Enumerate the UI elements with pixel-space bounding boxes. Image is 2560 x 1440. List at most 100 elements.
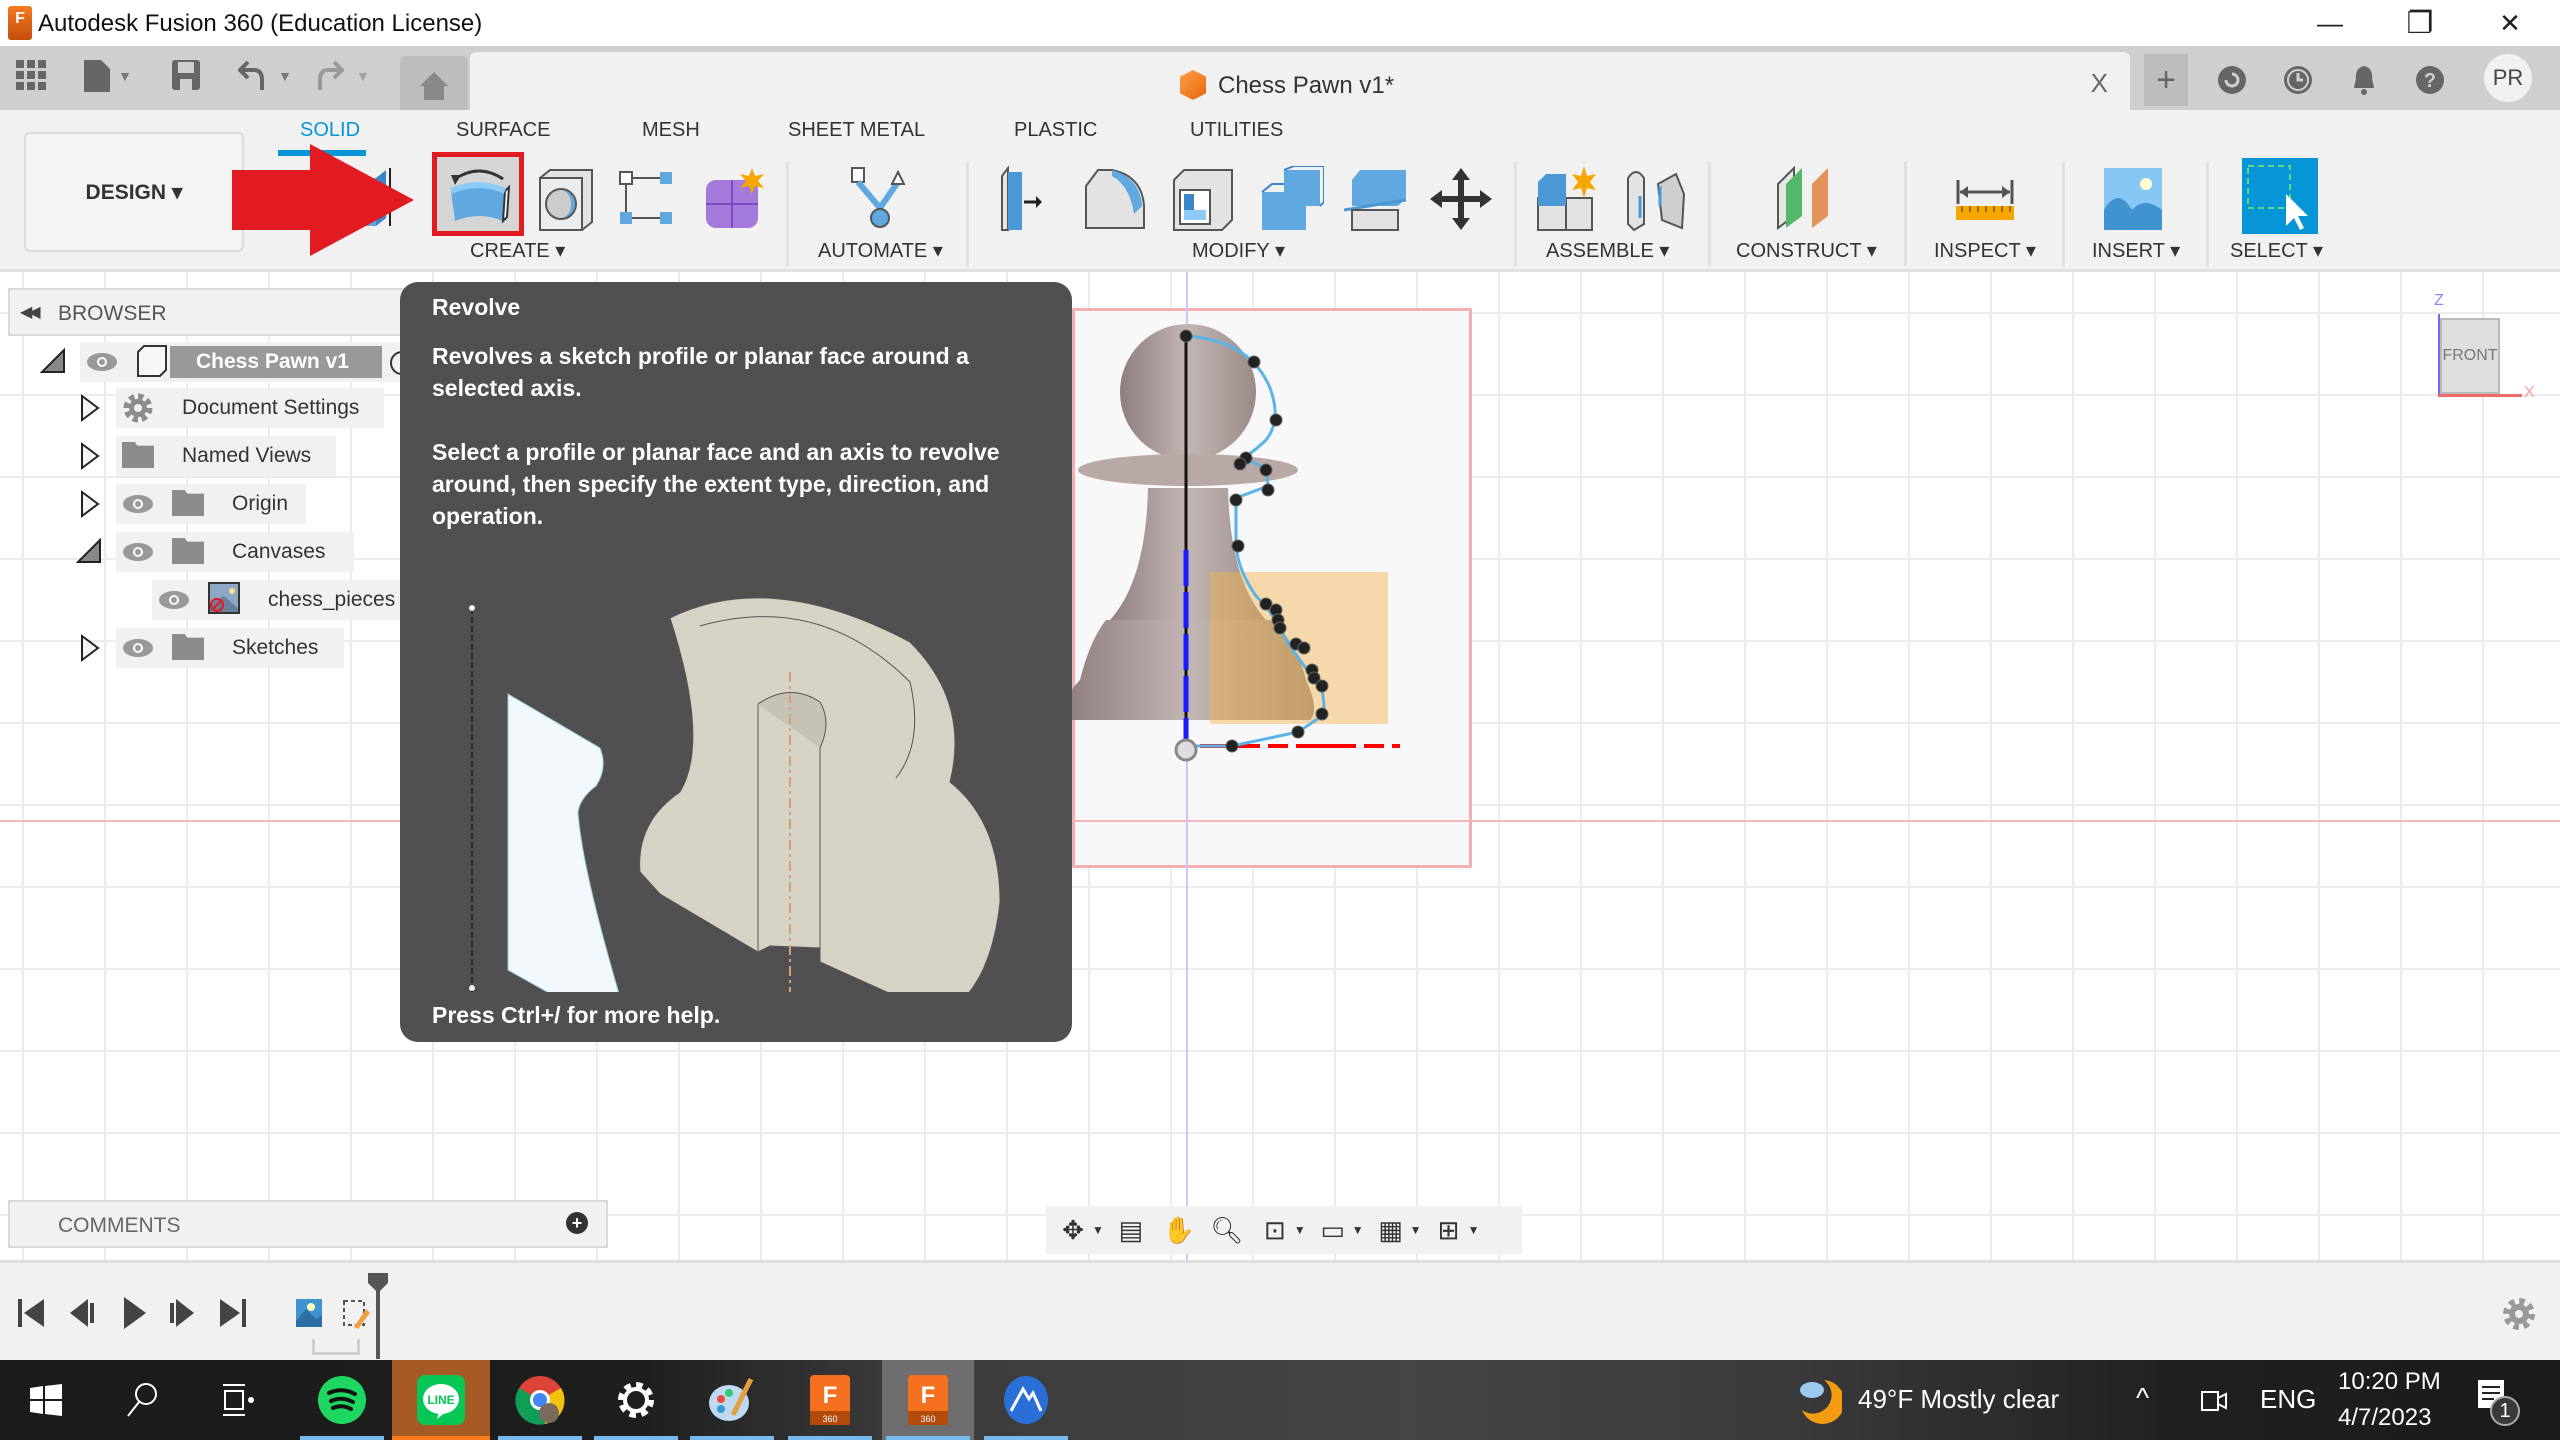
undo-caret[interactable]: ▼	[278, 68, 292, 84]
task-view-button[interactable]	[192, 1360, 284, 1440]
data-panel-grid-icon[interactable]	[16, 60, 46, 98]
weather-text[interactable]: 49°F Mostly clear	[1858, 1384, 2059, 1415]
view-cube-front-face[interactable]: FRONT	[2440, 318, 2500, 394]
tab-plastic[interactable]: PLASTIC	[1014, 119, 1097, 142]
grid-caret[interactable]: ▼	[1410, 1223, 1422, 1237]
view-cube[interactable]: Z FRONT X	[2420, 292, 2540, 401]
notification-bell-icon[interactable]	[2342, 58, 2386, 102]
assemble-group-label[interactable]: ASSEMBLE ▾	[1546, 238, 1669, 263]
taskbar-line[interactable]: LINE	[392, 1360, 490, 1440]
tab-utilities[interactable]: UTILITIES	[1190, 119, 1283, 142]
revolve-tool-button[interactable]	[432, 152, 524, 236]
file-menu-caret[interactable]: ▼	[118, 68, 132, 84]
tab-sheet-metal[interactable]: SHEET METAL	[788, 119, 925, 142]
insert-image-icon[interactable]	[2100, 166, 2166, 232]
go-to-end-icon[interactable]	[218, 1297, 246, 1329]
new-component-icon[interactable]	[1536, 166, 1602, 232]
orbit-icon[interactable]: ✥	[1052, 1211, 1094, 1249]
clock-time[interactable]: 10:20 PM	[2338, 1368, 2441, 1396]
expand-triangle-icon[interactable]	[80, 490, 100, 518]
taskbar-fusion-360-active[interactable]: F 360	[882, 1360, 974, 1440]
inspect-group-label[interactable]: INSPECT ▾	[1934, 238, 2036, 263]
taskbar-spotify[interactable]	[296, 1360, 388, 1440]
viewports-icon[interactable]: ⊞	[1428, 1211, 1470, 1249]
insert-group-label[interactable]: INSERT ▾	[2092, 238, 2180, 263]
help-icon[interactable]: ?	[2408, 58, 2452, 102]
expand-triangle-icon[interactable]	[80, 634, 100, 662]
hole-icon[interactable]	[532, 166, 598, 232]
viewports-caret[interactable]: ▼	[1468, 1223, 1480, 1237]
combine-icon[interactable]	[1258, 166, 1324, 232]
meet-now-camera-icon[interactable]	[2198, 1384, 2228, 1418]
go-to-start-icon[interactable]	[18, 1297, 46, 1329]
clock-date[interactable]: 4/7/2023	[2338, 1404, 2431, 1432]
search-button[interactable]	[96, 1360, 188, 1440]
collapse-browser-icon[interactable]: ◀◀	[20, 302, 41, 322]
chess-pawn-sketch[interactable]	[1060, 280, 1500, 880]
timeline-sketch-feature-icon[interactable]	[340, 1297, 370, 1329]
press-pull-icon[interactable]	[996, 166, 1062, 232]
move-copy-icon[interactable]	[1428, 166, 1494, 232]
measure-icon[interactable]	[1952, 166, 2018, 232]
split-body-icon[interactable]	[1344, 166, 1410, 232]
tab-surface[interactable]: SURFACE	[456, 119, 550, 142]
display-settings-icon[interactable]: ▭	[1312, 1211, 1354, 1249]
timeline-marker-handle[interactable]	[368, 1273, 388, 1293]
taskbar-settings[interactable]	[590, 1360, 682, 1440]
expand-triangle-icon[interactable]	[80, 442, 100, 470]
collapse-triangle-icon[interactable]	[76, 538, 102, 564]
file-menu-icon[interactable]	[84, 60, 110, 100]
modify-group-label[interactable]: MODIFY ▾	[1192, 238, 1285, 263]
save-icon[interactable]	[172, 60, 200, 98]
visibility-eye-icon[interactable]	[122, 494, 154, 514]
undo-icon[interactable]	[237, 60, 266, 98]
expand-triangle-icon[interactable]	[80, 394, 100, 422]
create-group-label[interactable]: CREATE ▾	[470, 238, 565, 263]
select-icon[interactable]	[2242, 158, 2318, 234]
show-hidden-icons-chevron[interactable]: ^	[2136, 1382, 2149, 1414]
step-forward-icon[interactable]	[168, 1297, 196, 1329]
origin-point[interactable]	[1174, 738, 1198, 762]
look-at-icon[interactable]: ▤	[1110, 1211, 1152, 1249]
document-tab[interactable]: Chess Pawn v1* X	[470, 52, 2130, 110]
tab-mesh[interactable]: MESH	[642, 119, 700, 142]
visibility-eye-icon[interactable]	[122, 638, 154, 658]
restore-button[interactable]: ❐	[2380, 0, 2460, 46]
comments-panel[interactable]: COMMENTS +	[8, 1200, 608, 1248]
add-comment-icon[interactable]: +	[566, 1212, 588, 1234]
play-icon[interactable]	[120, 1297, 148, 1329]
visibility-eye-icon[interactable]	[86, 352, 118, 372]
step-back-icon[interactable]	[68, 1297, 96, 1329]
pattern-icon[interactable]	[616, 166, 682, 232]
select-group-label[interactable]: SELECT ▾	[2230, 238, 2323, 263]
collapse-triangle-icon[interactable]	[40, 348, 66, 374]
taskbar-nordvpn[interactable]	[980, 1360, 1072, 1440]
joint-icon[interactable]	[1622, 166, 1688, 232]
taskbar-fusion-360[interactable]: F 360	[784, 1360, 876, 1440]
close-window-button[interactable]: ✕	[2470, 0, 2550, 46]
job-status-icon[interactable]	[2210, 58, 2254, 102]
shell-icon[interactable]	[1170, 166, 1236, 232]
automate-icon[interactable]	[848, 166, 914, 232]
create-form-icon[interactable]	[702, 166, 768, 232]
zoom-icon[interactable]: 🔍︎	[1206, 1211, 1248, 1249]
fit-caret[interactable]: ▼	[1294, 1223, 1306, 1237]
new-tab-plus-icon[interactable]: +	[2144, 54, 2188, 106]
close-tab-button[interactable]: X	[2091, 68, 2108, 99]
visibility-eye-icon[interactable]	[122, 542, 154, 562]
automate-group-label[interactable]: AUTOMATE ▾	[818, 238, 943, 263]
minimize-button[interactable]: —	[2290, 0, 2370, 46]
taskbar-chrome[interactable]	[494, 1360, 586, 1440]
timeline-canvas-feature-icon[interactable]	[294, 1297, 324, 1329]
browser-panel-header[interactable]: ◀◀ BROWSER	[8, 288, 408, 336]
redo-caret[interactable]: ▼	[356, 68, 370, 84]
grid-snaps-icon[interactable]: ▦	[1370, 1211, 1412, 1249]
timeline-settings-gear-icon[interactable]	[2502, 1297, 2536, 1331]
display-caret[interactable]: ▼	[1352, 1223, 1364, 1237]
taskbar-paint[interactable]	[686, 1360, 778, 1440]
construct-group-label[interactable]: CONSTRUCT ▾	[1736, 238, 1877, 263]
pan-hand-icon[interactable]: ✋	[1158, 1211, 1200, 1249]
orbit-caret[interactable]: ▼	[1092, 1223, 1104, 1237]
visibility-eye-icon[interactable]	[158, 590, 190, 610]
input-language-indicator[interactable]: ENG	[2260, 1384, 2316, 1415]
